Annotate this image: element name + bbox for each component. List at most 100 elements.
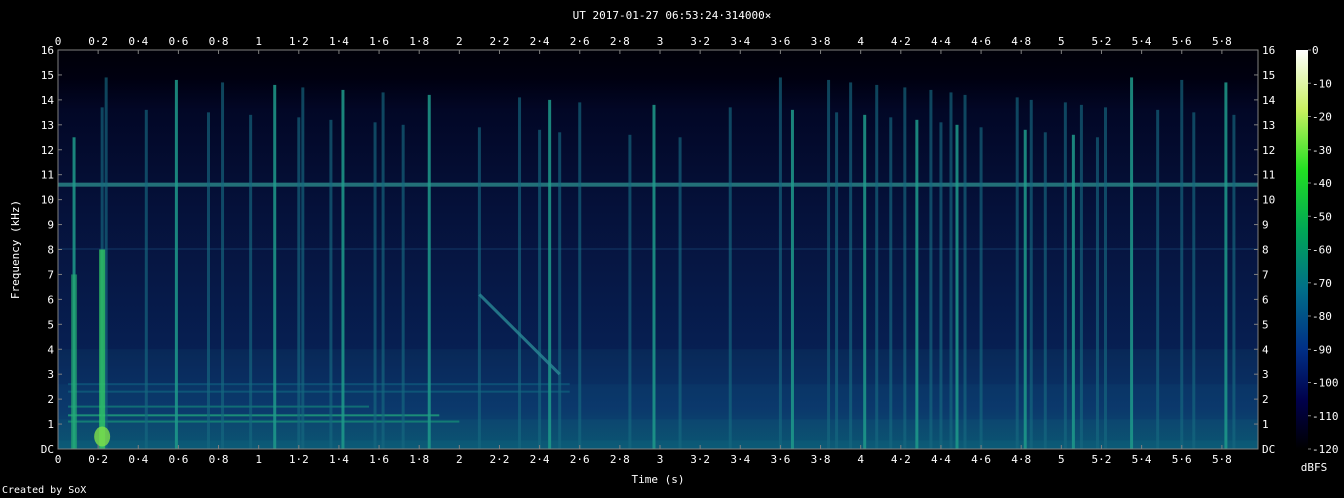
x-tick-label: 5·2: [1092, 453, 1112, 466]
impulse-spike: [401, 124, 405, 449]
x-tick-label: 0·2: [88, 35, 108, 48]
x-tick-label: 2: [456, 35, 463, 48]
impulse-spike: [728, 107, 732, 449]
colorbar-tick-label: -30: [1312, 144, 1332, 157]
impulse-spike: [979, 127, 983, 450]
impulse-spike: [875, 84, 879, 449]
y-tick-label: 6: [1262, 293, 1269, 306]
impulse-spike: [381, 92, 385, 450]
spectrogram-chart: UT 2017-01-27 06:53:24·314000× 0 0·2 0·4 0·…: [9, 9, 1339, 486]
x-tick-label: 5·2: [1092, 35, 1112, 48]
colorbar-tick-label: 0: [1312, 44, 1319, 57]
y-tick-label: 13: [1262, 119, 1275, 132]
impulse-spike: [1180, 79, 1184, 450]
x-tick-label: 4·2: [891, 453, 911, 466]
y-tick-label: 9: [1262, 219, 1269, 232]
x-tick-label: 2·8: [610, 35, 630, 48]
impulse-spike: [1071, 134, 1075, 449]
y-tick-label: 4: [47, 343, 54, 356]
impulse-spike: [518, 97, 522, 449]
x-tick-label: 1·8: [409, 453, 429, 466]
noise-band: [58, 440, 1258, 449]
x-tick-label: 0·4: [128, 453, 148, 466]
impulse-spike: [949, 92, 953, 450]
y-tick-label: 12: [1262, 144, 1275, 157]
x-tick-label: 4·8: [1011, 35, 1031, 48]
x-tick-label: 0·2: [88, 453, 108, 466]
impulse-spike: [1029, 99, 1033, 449]
impulse-spike: [99, 249, 106, 449]
x-tick-label: 3·8: [811, 35, 831, 48]
y-tick-label: 16: [1262, 44, 1275, 57]
impulse-spike: [628, 134, 632, 449]
x-tick-label: 0: [55, 35, 62, 48]
impulse-spike: [329, 119, 333, 449]
colorbar-tick-label: -90: [1312, 343, 1332, 356]
noise-band: [58, 384, 1258, 420]
y-tick-label: 8: [1262, 244, 1269, 257]
colorbar-tick-label: -110: [1312, 410, 1339, 423]
impulse-spike: [71, 274, 78, 449]
x-tick-label: 4·2: [891, 35, 911, 48]
x-tick-label: 1·4: [329, 453, 349, 466]
impulse-spike: [538, 129, 542, 450]
tone-line: [58, 182, 1258, 187]
x-tick-label: 2·4: [530, 453, 550, 466]
colorbar-tick-label: -10: [1312, 77, 1332, 90]
impulse-spike: [1063, 102, 1067, 450]
colorbar-tick-label: -70: [1312, 277, 1332, 290]
y-tick-label: 2: [1262, 393, 1269, 406]
colorbar-tick-label: -50: [1312, 210, 1332, 223]
impulse-spike: [1103, 107, 1107, 449]
x-tick-label: 4: [857, 453, 864, 466]
impulse-spike: [301, 87, 305, 449]
y-tick-label: 10: [41, 194, 54, 207]
impulse-spike: [835, 112, 839, 449]
impulse-spike: [678, 137, 682, 449]
impulse-spike: [273, 84, 277, 449]
x-tick-label: 3·4: [730, 453, 750, 466]
x-tick-label: 5·6: [1172, 453, 1192, 466]
y-tick-label: 5: [47, 318, 54, 331]
impulse-spike: [1192, 112, 1196, 449]
colorbar-tick-label: -20: [1312, 111, 1332, 124]
impulse-spike: [1156, 109, 1160, 449]
x-tick-label: 0·8: [209, 453, 229, 466]
impulse-spike: [652, 104, 656, 450]
y-tick-label: 10: [1262, 194, 1275, 207]
impulse-spike: [221, 82, 225, 449]
colorbar-gradient: [1296, 50, 1308, 449]
impulse-spike: [1043, 132, 1047, 449]
x-tick-label: 5·4: [1132, 453, 1152, 466]
x-tick-label: 4·4: [931, 35, 951, 48]
x-tick-label: 4·8: [1011, 453, 1031, 466]
impulse-spike: [207, 112, 211, 449]
x-tick-label: 3·6: [770, 453, 790, 466]
x-tick-label: 0·8: [209, 35, 229, 48]
colorbar: 0 -10 -20 -30 -40 -50 -60 -70 -80 -90 -100 -110 -120…: [1296, 44, 1339, 474]
colorbar-tick-label: -120: [1312, 443, 1339, 456]
x-tick-label: 2·8: [610, 453, 630, 466]
x-tick-label: 5: [1058, 453, 1065, 466]
tone-line: [58, 248, 1258, 250]
impulse-spike: [1015, 97, 1019, 449]
impulse-spike: [94, 426, 111, 447]
chart-title: UT 2017-01-27 06:53:24·314000×: [573, 9, 772, 22]
y-tick-label: 12: [41, 144, 54, 157]
y-tick-label: 11: [41, 169, 54, 182]
y-tick-label: 5: [1262, 318, 1269, 331]
x-tick-label: 2: [456, 453, 463, 466]
impulse-spike: [929, 89, 933, 450]
noise-band: [58, 349, 1258, 385]
y-tick-label: 2: [47, 393, 54, 406]
impulse-spike: [1130, 77, 1134, 450]
x-tick-label: 3·2: [690, 453, 710, 466]
impulse-spike: [827, 79, 831, 450]
impulse-spike: [939, 122, 943, 449]
tone-line: [68, 420, 460, 423]
x-tick-label: 0·4: [128, 35, 148, 48]
tone-line: [68, 390, 570, 393]
x-tick-label: 1·6: [369, 453, 389, 466]
tone-line: [68, 405, 370, 408]
x-tick-label: 1: [255, 453, 262, 466]
